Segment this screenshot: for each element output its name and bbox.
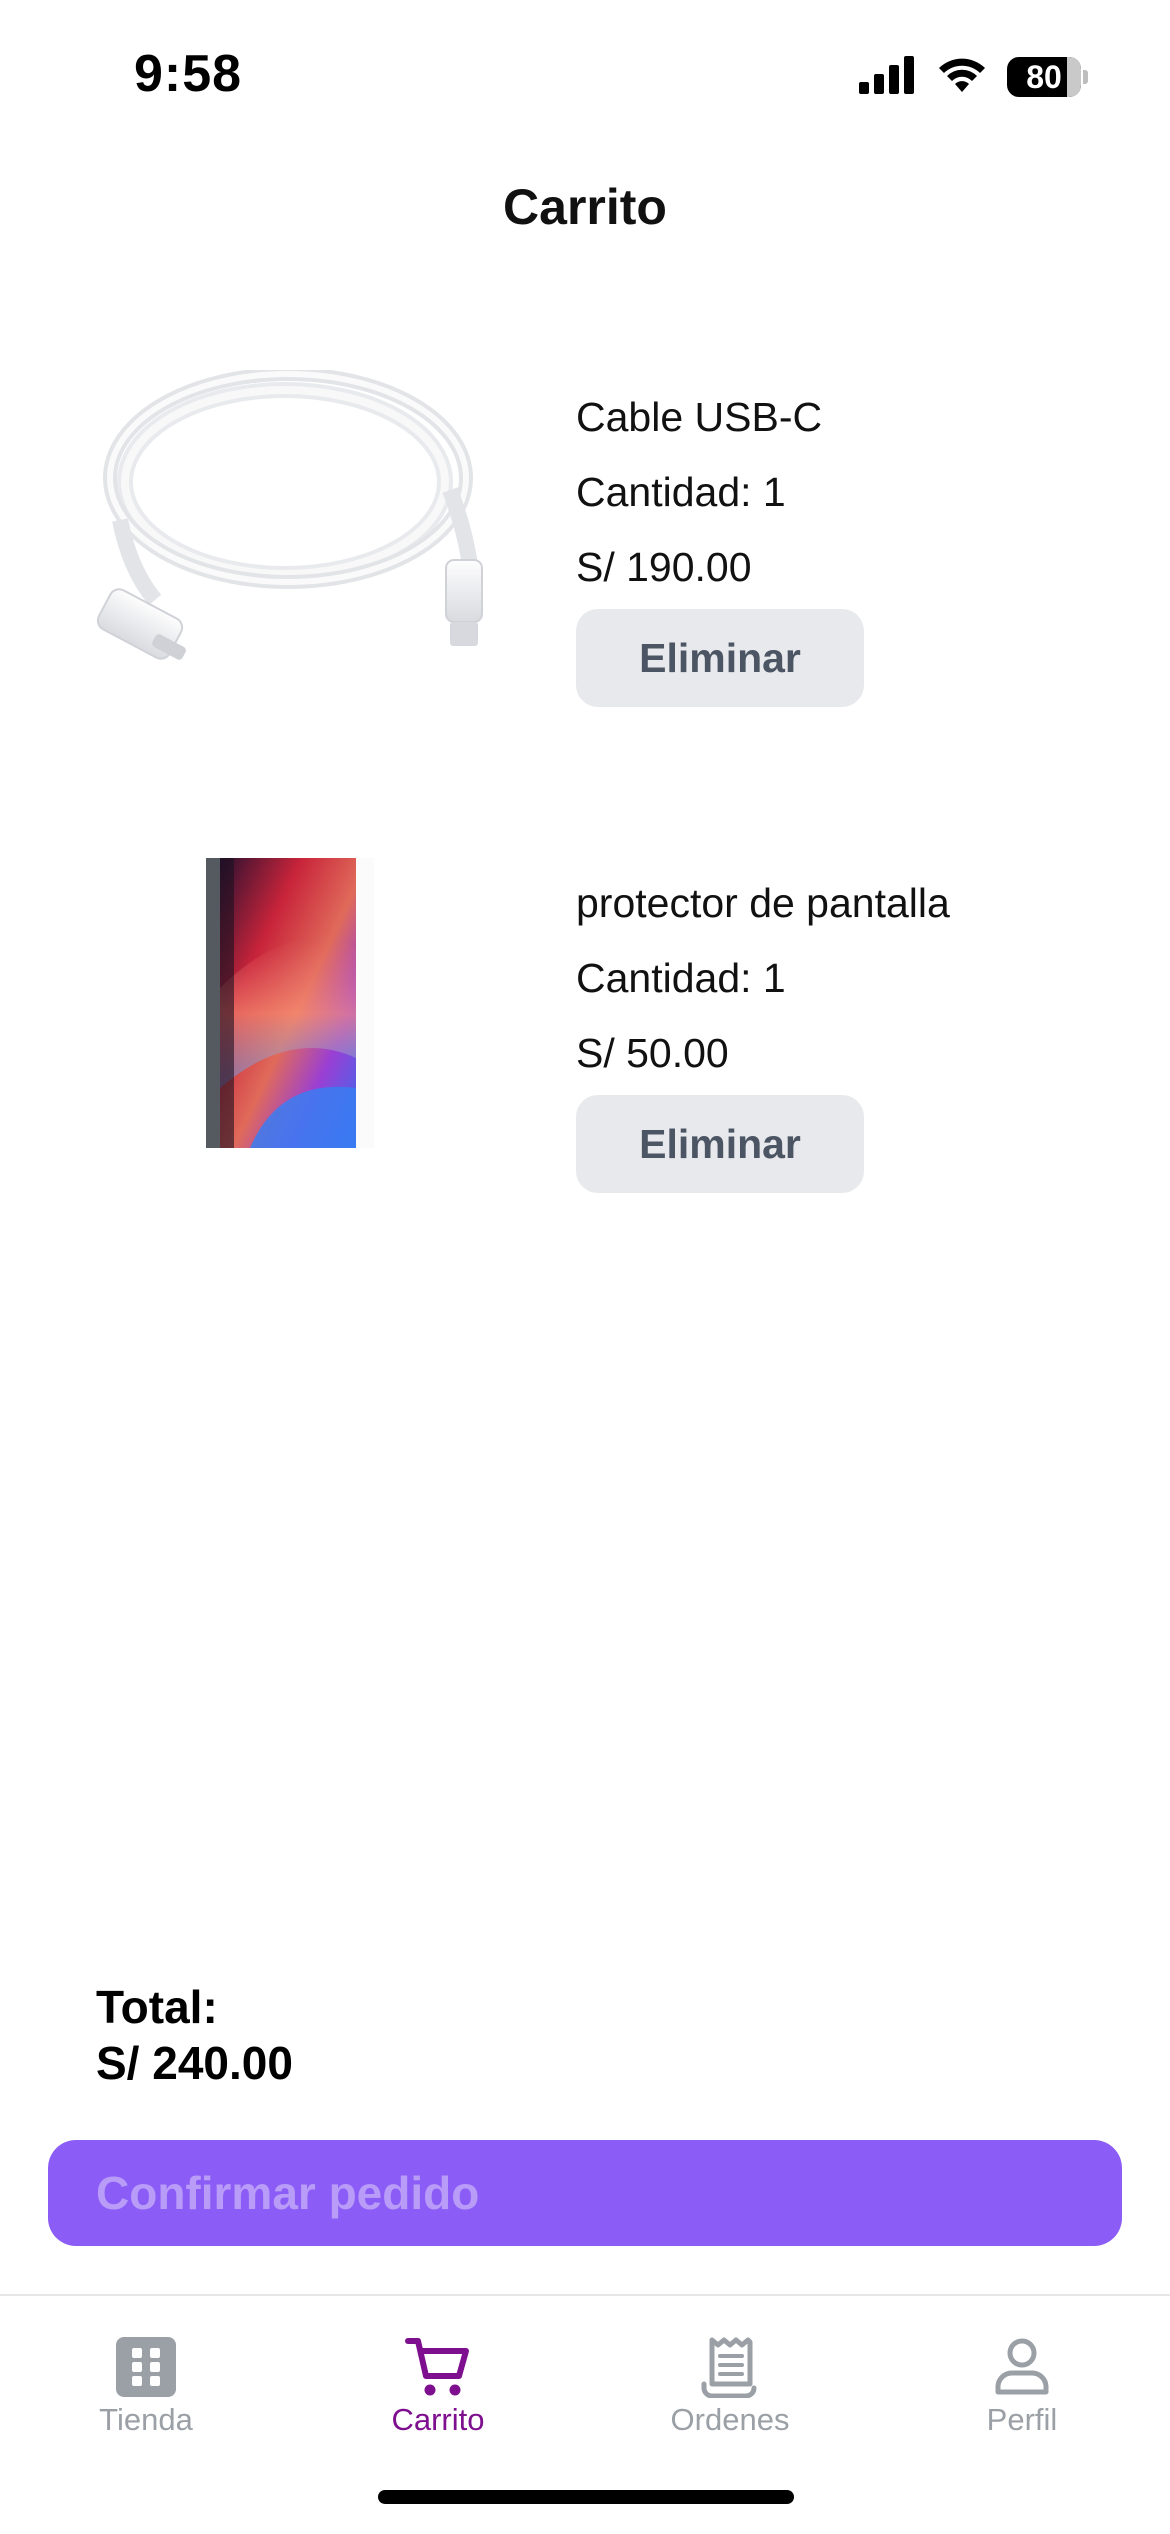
tab-tienda[interactable]: Tienda: [46, 2336, 246, 2438]
usb-c-cable-image: [60, 367, 510, 670]
screen-protector-image: [60, 858, 510, 1158]
cart-icon: [405, 2338, 469, 2396]
item-name: Cable USB-C: [576, 394, 823, 440]
page-title: Carrito: [503, 179, 667, 235]
remove-item-button[interactable]: Eliminar: [576, 609, 864, 707]
item-price: S/ 50.00: [576, 1030, 729, 1076]
item-name: protector de pantalla: [576, 880, 950, 926]
battery-icon: 80: [1007, 57, 1088, 97]
person-icon: [995, 2338, 1049, 2395]
battery-level: 80: [1026, 58, 1062, 95]
tab-label: Ordenes: [670, 2402, 790, 2437]
tab-perfil[interactable]: Perfil: [922, 2336, 1122, 2438]
status-bar: 9:58 80: [0, 0, 1170, 150]
receipt-icon: [701, 2337, 757, 2398]
item-info: Cable USB-C Cantidad: 1 S/ 190.00 Elimin…: [576, 380, 864, 707]
cellular-signal-icon: [859, 55, 917, 99]
grid-icon: [116, 2337, 176, 2397]
status-time: 9:58: [134, 45, 243, 103]
tab-label: Carrito: [391, 2402, 485, 2437]
total-label: Total:: [96, 1981, 218, 2033]
item-quantity: Cantidad: 1: [576, 469, 786, 515]
total-value: S/ 240.00: [96, 2037, 293, 2089]
confirm-order-button[interactable]: Confirmar pedido: [48, 2140, 1122, 2246]
tab-label: Tienda: [99, 2402, 193, 2437]
tab-ordenes[interactable]: Ordenes: [630, 2336, 830, 2438]
wifi-icon: [937, 56, 987, 99]
item-price: S/ 190.00: [576, 544, 752, 590]
home-indicator: [378, 2490, 794, 2504]
remove-item-button[interactable]: Eliminar: [576, 1095, 864, 1193]
tab-carrito[interactable]: Carrito: [338, 2336, 538, 2438]
status-icons: 80: [859, 54, 1088, 100]
item-quantity: Cantidad: 1: [576, 955, 786, 1001]
item-info: protector de pantalla Cantidad: 1 S/ 50.…: [576, 866, 950, 1193]
tab-label: Perfil: [986, 2402, 1058, 2437]
